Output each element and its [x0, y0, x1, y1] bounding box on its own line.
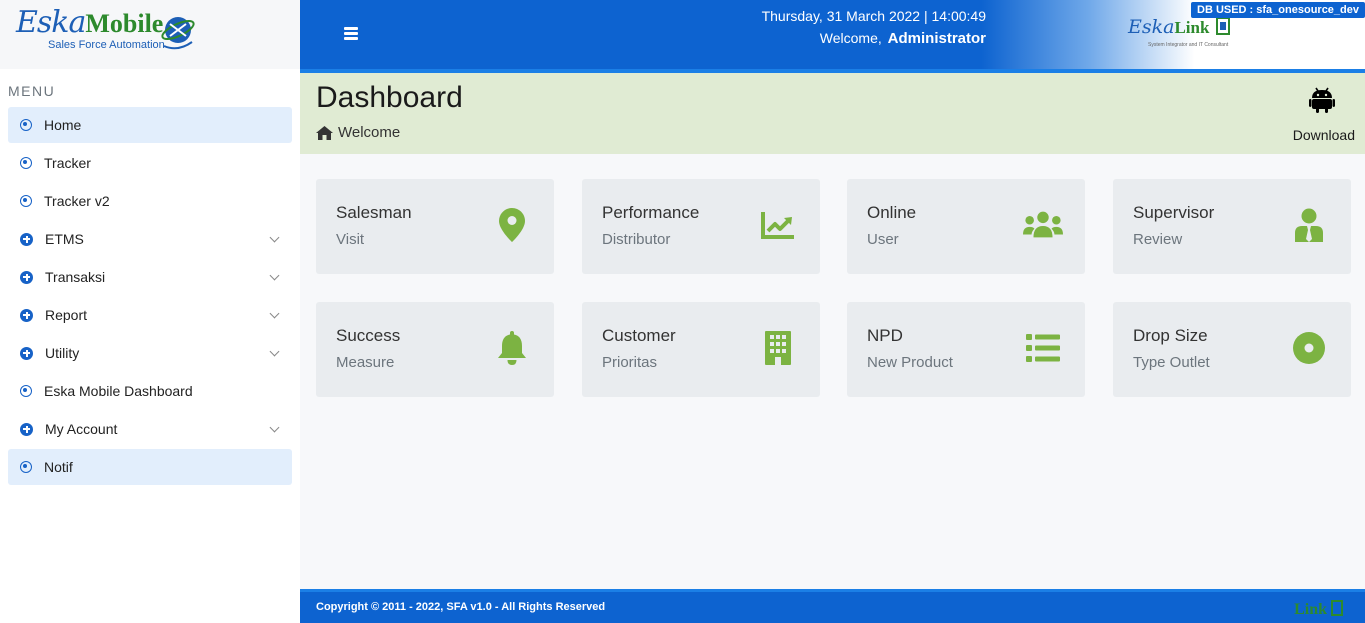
header-datetime: Thursday, 31 March 2022 | 14:00:49	[761, 8, 986, 24]
db-used-badge: DB USED : sfa_onesource_dev	[1191, 2, 1365, 18]
sidebar-item-label: ETMS	[45, 231, 84, 247]
list-icon	[1023, 330, 1063, 366]
building-icon	[758, 330, 798, 366]
top-header: Thursday, 31 March 2022 | 14:00:49 Welco…	[300, 0, 1365, 69]
card-subtitle: User	[867, 231, 899, 248]
user-name[interactable]: Administrator	[888, 30, 986, 47]
sidebar-item-tracker-v2[interactable]: Tracker v2	[8, 183, 292, 219]
card-subtitle: Measure	[336, 354, 395, 371]
card-subtitle: Distributor	[602, 231, 671, 248]
circle-dot-icon	[20, 461, 32, 473]
plus-circle-icon	[20, 270, 33, 284]
card-title: Drop Size	[1133, 326, 1208, 345]
sidebar-item-home[interactable]: Home	[8, 107, 292, 143]
footer-logo: Link	[1294, 600, 1343, 619]
line-chart-icon	[758, 207, 798, 243]
card-online-user[interactable]: Online User	[847, 179, 1085, 274]
plus-circle-icon	[20, 422, 33, 436]
circle-dot-icon	[20, 195, 32, 207]
page-title: Dashboard	[316, 81, 463, 114]
card-title: Customer	[602, 326, 676, 345]
card-title: Supervisor	[1133, 203, 1215, 222]
card-subtitle: New Product	[867, 354, 953, 371]
sidebar-menu: Home Tracker Tracker v2 ETMS Transaksi Report…	[0, 107, 300, 485]
page-banner: Dashboard Welcome Download	[300, 73, 1365, 154]
card-npd-new-product[interactable]: NPD New Product	[847, 302, 1085, 397]
sidebar: EskaMobile Sales Force Automation MENU H…	[0, 0, 300, 623]
sidebar-item-utility[interactable]: Utility	[8, 335, 292, 371]
satellite-logo-icon	[161, 17, 195, 50]
card-subtitle: Visit	[336, 231, 365, 248]
card-drop-size-type-outlet[interactable]: Drop Size Type Outlet	[1113, 302, 1351, 397]
footer-logo-icon	[1331, 600, 1343, 616]
sidebar-item-label: Report	[45, 307, 88, 323]
chevron-down-icon	[269, 232, 280, 243]
brand-logo[interactable]: EskaMobile Sales Force Automation	[0, 0, 300, 69]
card-title: Online	[867, 203, 917, 222]
chevron-down-icon	[269, 346, 280, 357]
header-welcome: Welcome, Administrator	[820, 30, 986, 47]
sidebar-item-label: Home	[44, 117, 82, 133]
chevron-down-icon	[269, 422, 280, 433]
copyright-text: Copyright © 2011 - 2022, SFA v1.0 - All …	[316, 601, 606, 613]
plus-circle-icon	[20, 346, 33, 360]
sidebar-item-notif[interactable]: Notif	[8, 449, 292, 485]
dot-circle-icon	[1289, 330, 1329, 366]
card-customer-prioritas[interactable]: Customer Prioritas	[582, 302, 820, 397]
chevron-down-icon	[269, 308, 280, 319]
circle-dot-icon	[20, 385, 32, 397]
card-title: NPD	[867, 326, 903, 345]
hamburger-menu-icon[interactable]	[344, 27, 358, 40]
map-marker-icon	[492, 207, 532, 243]
bell-icon	[492, 330, 532, 366]
card-subtitle: Type Outlet	[1133, 354, 1210, 371]
download-label[interactable]: Download	[1293, 127, 1355, 143]
partner-logo-tagline: System Integrator and IT Consultant	[1148, 42, 1229, 48]
sidebar-item-tracker[interactable]: Tracker	[8, 145, 292, 181]
home-icon	[316, 125, 333, 140]
partner-logo-icon	[1215, 17, 1230, 35]
breadcrumb[interactable]: Welcome	[316, 124, 400, 141]
plus-circle-icon	[20, 308, 33, 322]
card-subtitle: Review	[1133, 231, 1183, 248]
sidebar-item-label: Transaksi	[45, 269, 106, 285]
footer: Copyright © 2011 - 2022, SFA v1.0 - All …	[300, 589, 1365, 623]
sidebar-item-label: My Account	[45, 421, 118, 437]
partner-logo: EskaLink	[1128, 16, 1230, 38]
sidebar-item-etms[interactable]: ETMS	[8, 221, 292, 257]
sidebar-item-label: Tracker	[44, 155, 91, 171]
users-icon	[1023, 207, 1063, 243]
card-title: Salesman	[336, 203, 412, 222]
sidebar-item-report[interactable]: Report	[8, 297, 292, 333]
card-success-measure[interactable]: Success Measure	[316, 302, 554, 397]
circle-dot-icon	[20, 119, 32, 131]
sidebar-item-eska-mobile-dashboard[interactable]: Eska Mobile Dashboard	[8, 373, 292, 409]
card-salesman-visit[interactable]: Salesman Visit	[316, 179, 554, 274]
card-performance-distributor[interactable]: Performance Distributor	[582, 179, 820, 274]
sidebar-item-transaksi[interactable]: Transaksi	[8, 259, 292, 295]
sidebar-item-my-account[interactable]: My Account	[8, 411, 292, 447]
sidebar-item-label: Utility	[45, 345, 80, 361]
card-title: Success	[336, 326, 401, 345]
sidebar-item-label: Eska Mobile Dashboard	[44, 383, 193, 399]
card-title: Performance	[602, 203, 700, 222]
welcome-prefix: Welcome,	[819, 30, 882, 46]
menu-title: MENU	[8, 83, 56, 99]
circle-dot-icon	[20, 157, 32, 169]
android-icon[interactable]	[1309, 85, 1335, 113]
chevron-down-icon	[269, 270, 280, 281]
breadcrumb-label: Welcome	[338, 124, 401, 141]
card-supervisor-review[interactable]: Supervisor Review	[1113, 179, 1351, 274]
sidebar-item-label: Tracker v2	[44, 193, 110, 209]
user-tie-icon	[1289, 207, 1329, 243]
plus-circle-icon	[20, 232, 33, 246]
sidebar-item-label: Notif	[44, 459, 73, 475]
card-subtitle: Prioritas	[602, 354, 658, 371]
